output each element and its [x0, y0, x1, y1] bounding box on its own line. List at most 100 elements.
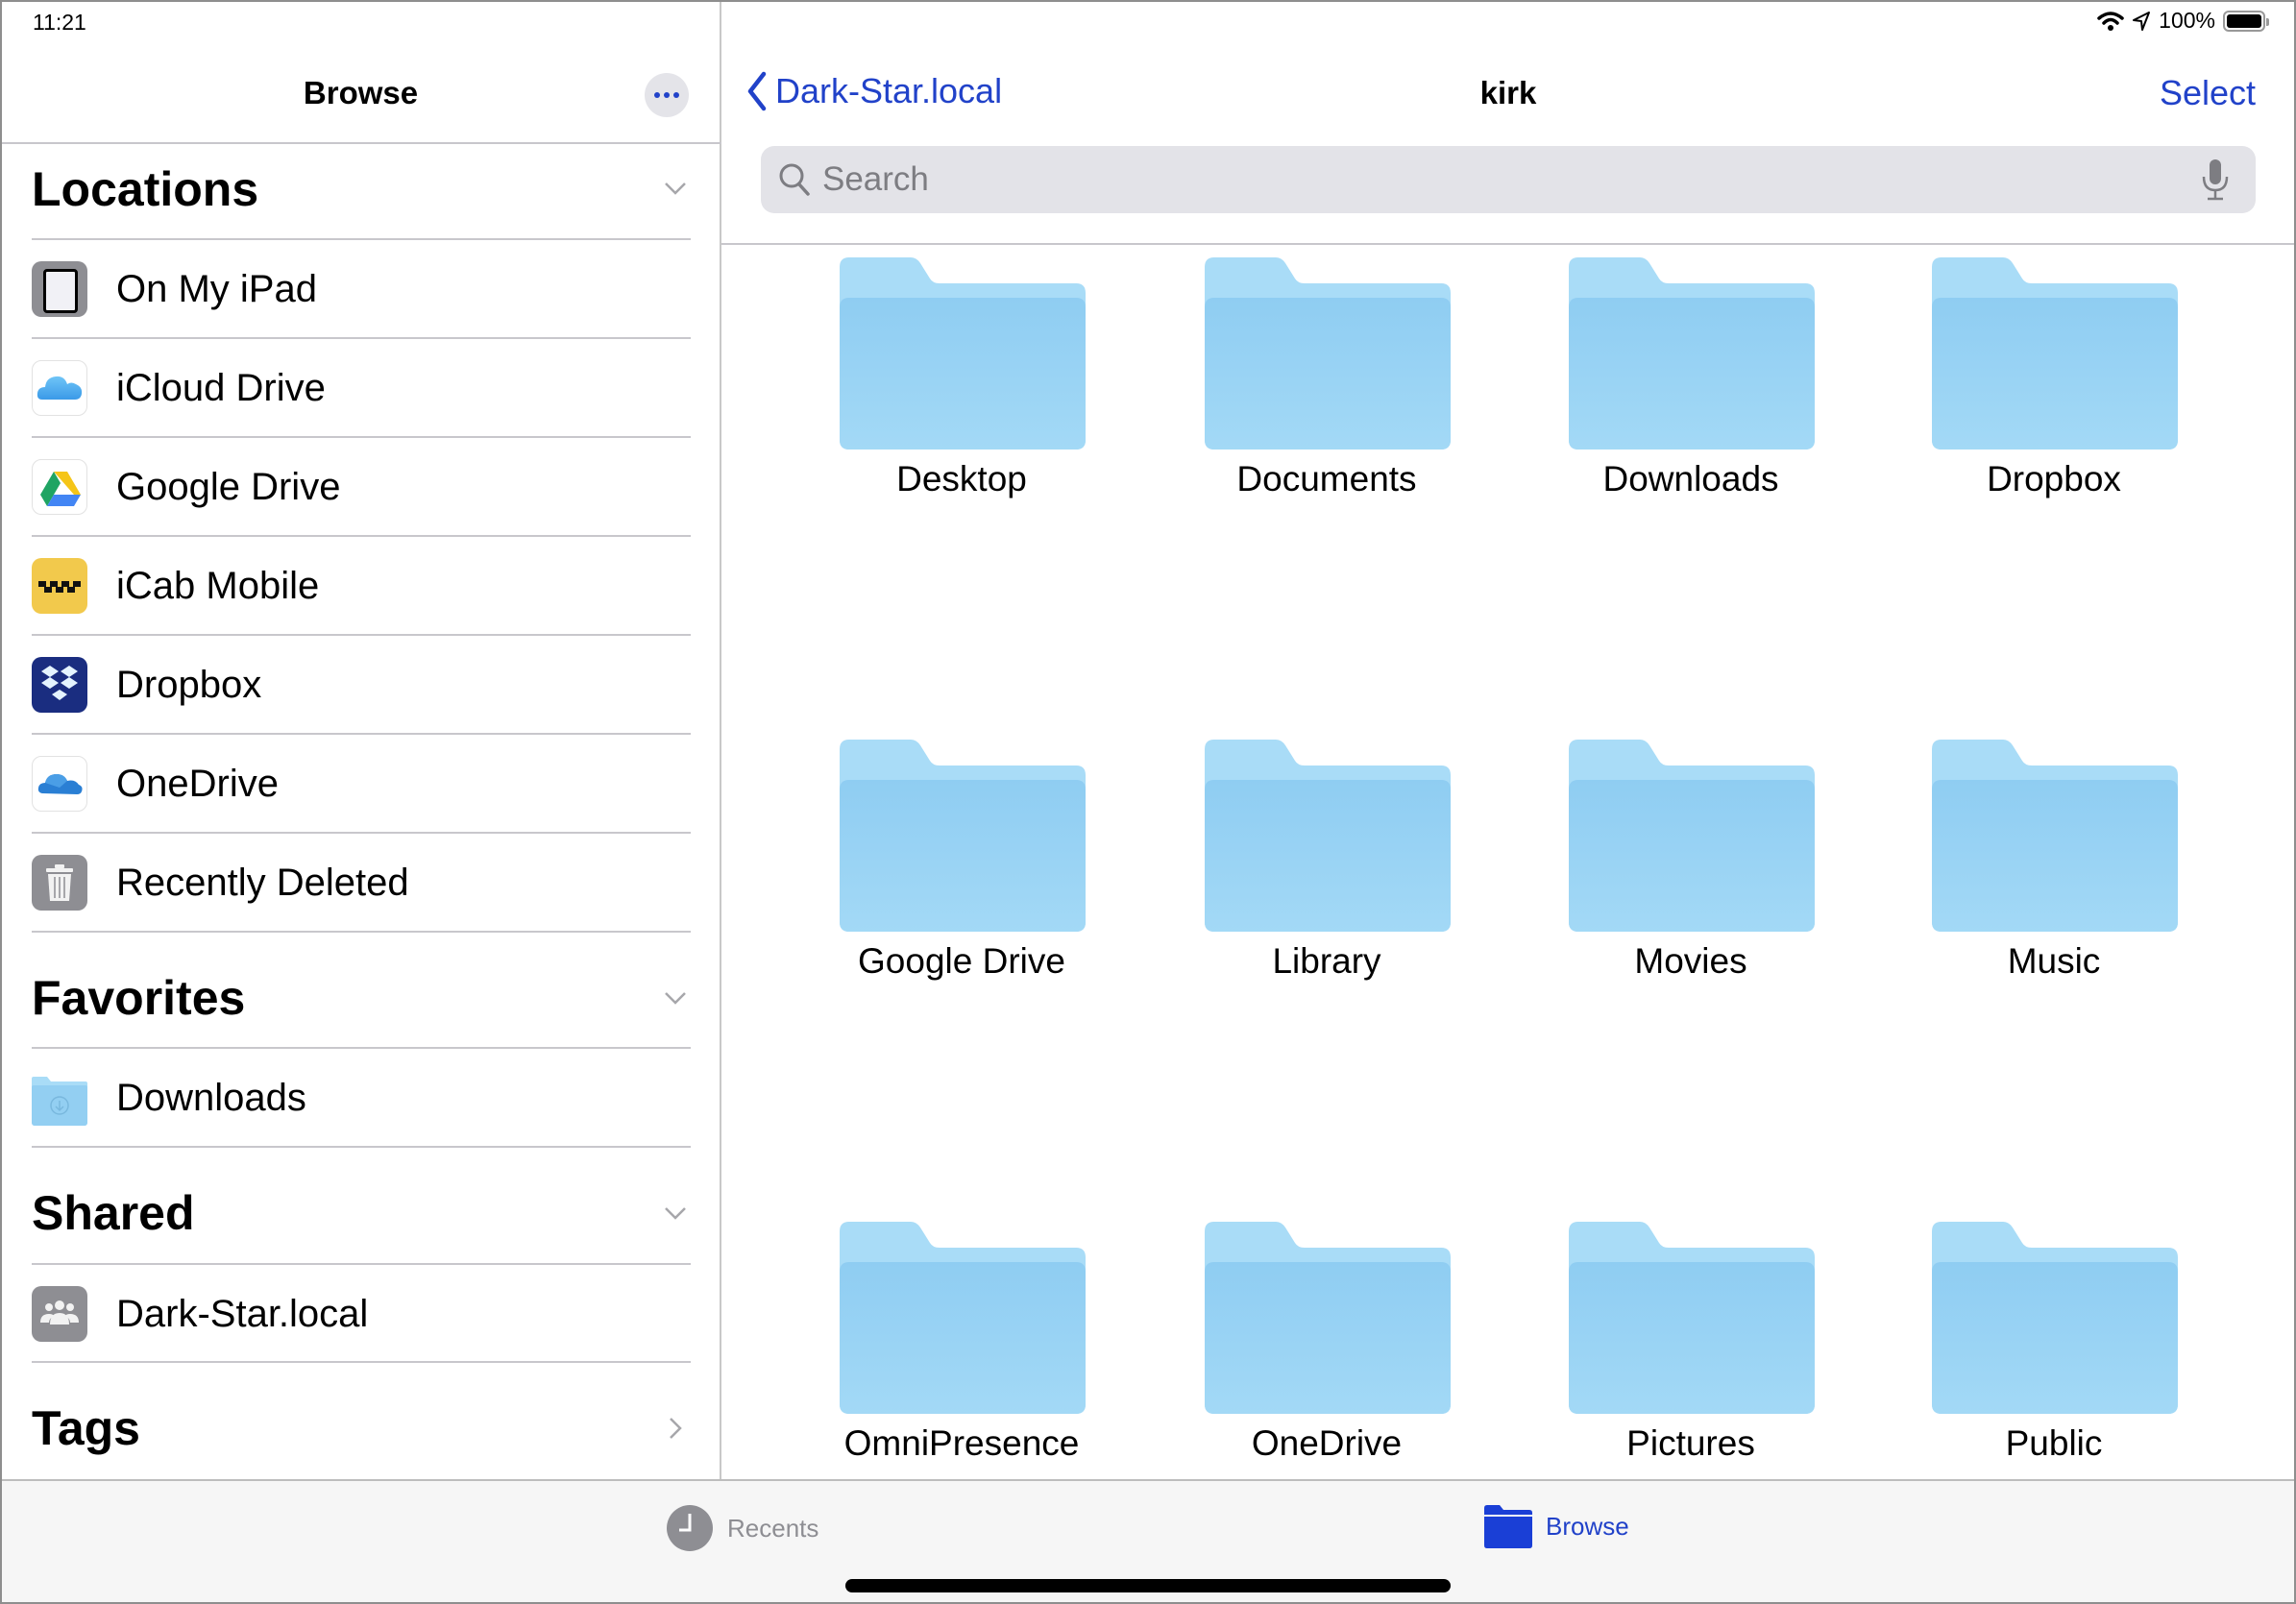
chevron-down-icon[interactable]: [663, 985, 688, 1010]
section-header-shared[interactable]: Shared: [32, 1185, 195, 1241]
page-title: kirk: [1479, 75, 1537, 110]
folder-icon: [1569, 1222, 1815, 1414]
ellipsis-dot: [664, 92, 670, 98]
back-button[interactable]: Dark-Star.local: [746, 71, 1002, 111]
sidebar-item-label: Dropbox: [116, 663, 262, 706]
folder-item[interactable]: Documents: [1144, 257, 1509, 507]
folder-icon: [1569, 740, 1815, 932]
search-bar[interactable]: [761, 146, 2256, 213]
folder-item[interactable]: OmniPresence: [779, 1222, 1144, 1471]
sidebar-item-recently-deleted[interactable]: Recently Deleted: [32, 835, 691, 931]
header-divider: [721, 243, 2296, 245]
google-drive-icon: [32, 459, 87, 515]
trash-icon: [32, 855, 87, 911]
icloud-icon: [32, 360, 87, 416]
header-divider: [0, 142, 721, 144]
ellipsis-dot: [673, 92, 679, 98]
sidebar-item-label: Recently Deleted: [116, 861, 409, 904]
microphone-icon[interactable]: [2196, 156, 2235, 204]
folder-item[interactable]: Google Drive: [779, 740, 1144, 989]
location-arrow-icon: [2133, 11, 2151, 31]
folder-item[interactable]: Movies: [1508, 740, 1873, 989]
folder-label: OmniPresence: [843, 1423, 1080, 1463]
dropbox-icon: [32, 657, 87, 713]
status-indicators: 100%: [2097, 8, 2269, 34]
folder-item[interactable]: Library: [1144, 740, 1509, 989]
folder-label: OneDrive: [1251, 1423, 1403, 1463]
folder-item[interactable]: Desktop: [779, 257, 1144, 507]
folder-label: Music: [2007, 941, 2101, 981]
chevron-right-icon[interactable]: [663, 1416, 688, 1441]
sidebar-item-icloud-drive[interactable]: iCloud Drive: [32, 340, 691, 436]
more-options-button[interactable]: [645, 73, 689, 117]
folder-label: Google Drive: [858, 941, 1065, 981]
folder-item[interactable]: Pictures: [1508, 1222, 1873, 1471]
battery-icon: [2223, 10, 2269, 32]
select-button[interactable]: Select: [2160, 73, 2256, 113]
divider: [32, 535, 691, 537]
sidebar-item-label: iCloud Drive: [116, 366, 326, 409]
folder-label: Library: [1272, 941, 1381, 981]
sidebar-item-onedrive[interactable]: OneDrive: [32, 736, 691, 832]
search-input[interactable]: [820, 159, 2196, 200]
sidebar-item-label: iCab Mobile: [116, 564, 320, 607]
wifi-icon: [2097, 11, 2124, 31]
divider: [32, 931, 691, 933]
home-indicator[interactable]: [845, 1579, 1451, 1592]
section-header-tags[interactable]: Tags: [32, 1400, 140, 1456]
chevron-left-icon: [747, 71, 767, 111]
divider: [32, 1361, 691, 1363]
folder-label: Movies: [1634, 941, 1747, 981]
shared-server-icon: [32, 1286, 87, 1342]
tab-label: Recents: [727, 1513, 819, 1543]
folder-icon: [1932, 740, 2178, 932]
divider: [32, 1263, 691, 1265]
divider: [32, 1047, 691, 1049]
ipad-icon: [32, 261, 87, 317]
battery-percent: 100%: [2159, 8, 2215, 33]
onedrive-icon: [32, 756, 87, 812]
folder-item[interactable]: OneDrive: [1144, 1222, 1509, 1471]
sidebar-item-label: OneDrive: [116, 762, 279, 805]
sidebar-item-dark-star-local[interactable]: Dark-Star.local: [32, 1266, 691, 1362]
folder-label: Dropbox: [1987, 459, 2121, 498]
folder-icon: [1932, 1222, 2178, 1414]
folder-label: Pictures: [1626, 1423, 1755, 1463]
chevron-down-icon[interactable]: [663, 176, 688, 201]
sidebar-item-label: Google Drive: [116, 465, 341, 508]
folder-item[interactable]: Downloads: [1508, 257, 1873, 507]
divider: [32, 238, 691, 240]
ellipsis-dot: [654, 92, 660, 98]
folder-item[interactable]: Public: [1871, 1222, 2236, 1471]
folder-icon: [1205, 257, 1451, 450]
divider: [32, 832, 691, 834]
chevron-down-icon[interactable]: [663, 1201, 688, 1226]
sidebar-item-icab-mobile[interactable]: iCab Mobile: [32, 538, 691, 634]
sidebar-item-on-my-ipad[interactable]: On My iPad: [32, 241, 691, 337]
folder-label: Documents: [1236, 459, 1417, 498]
section-header-favorites[interactable]: Favorites: [32, 970, 245, 1026]
sidebar-item-dropbox[interactable]: Dropbox: [32, 637, 691, 733]
folder-icon: [1205, 1222, 1451, 1414]
tab-browse[interactable]: Browse: [1484, 1504, 1629, 1548]
folder-item[interactable]: Dropbox: [1871, 257, 2236, 507]
folder-icon: [840, 1222, 1086, 1414]
downloads-folder-icon: [32, 1070, 87, 1126]
back-button-label: Dark-Star.local: [775, 71, 1003, 110]
divider: [32, 634, 691, 636]
divider: [32, 337, 691, 339]
section-header-locations[interactable]: Locations: [32, 161, 258, 217]
sidebar-item-downloads[interactable]: Downloads: [32, 1050, 691, 1146]
folder-label: Downloads: [1602, 459, 1779, 498]
search-icon: [779, 163, 810, 196]
folder-icon: [1205, 740, 1451, 932]
folder-label: Desktop: [896, 459, 1027, 498]
folder-item[interactable]: Music: [1871, 740, 2236, 989]
folder-icon: [1484, 1505, 1532, 1548]
folder-icon: [840, 257, 1086, 450]
sidebar-item-label: On My iPad: [116, 267, 317, 310]
sidebar-item-google-drive[interactable]: Google Drive: [32, 439, 691, 535]
divider: [32, 436, 691, 438]
tab-recents[interactable]: Recents: [666, 1504, 818, 1552]
tab-bar: Recents Browse: [0, 1479, 2296, 1604]
